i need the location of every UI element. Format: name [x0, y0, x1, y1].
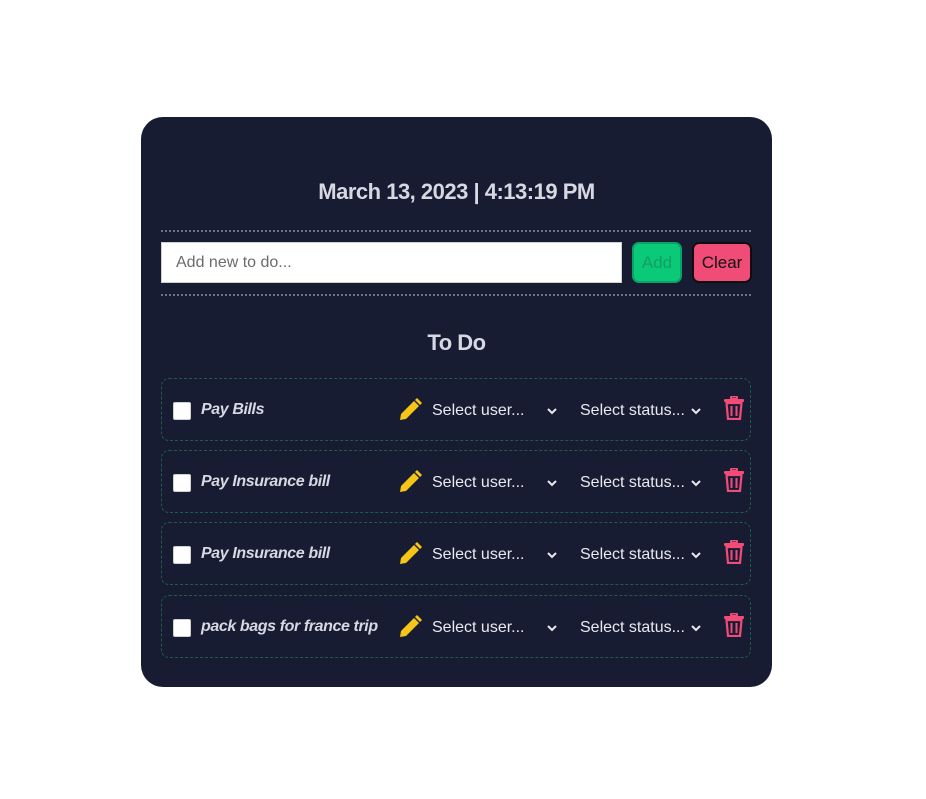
chevron-down-icon [691, 625, 701, 632]
todo-text: pack bags for france trip [201, 618, 378, 635]
select-status-label: Select status... [580, 473, 685, 491]
clear-button[interactable]: Clear [692, 242, 752, 283]
list-title: To Do [427, 330, 486, 355]
select-user-dropdown[interactable]: Select user... [432, 379, 560, 442]
trash-icon[interactable] [724, 540, 744, 564]
chevron-down-icon [547, 480, 557, 487]
pencil-icon[interactable] [398, 467, 422, 493]
chevron-down-icon [547, 552, 557, 559]
todo-checkbox[interactable] [173, 619, 191, 637]
trash-icon[interactable] [724, 468, 744, 492]
pencil-icon[interactable] [398, 395, 422, 421]
select-user-label: Select user... [432, 545, 525, 563]
add-button[interactable]: Add [632, 242, 682, 283]
select-status-label: Select status... [580, 545, 685, 563]
select-status-dropdown[interactable]: Select status... [580, 379, 704, 442]
datetime-separator: | [473, 179, 480, 204]
select-user-label: Select user... [432, 618, 525, 636]
todo-item: Pay Insurance bill Select user... Select… [161, 450, 751, 513]
select-status-label: Select status... [580, 618, 685, 636]
todo-checkbox[interactable] [173, 474, 191, 492]
select-user-dropdown[interactable]: Select user... [432, 451, 560, 514]
todo-card: March 13, 2023 | 4:13:19 PM Add Clear To… [141, 117, 772, 687]
todo-text: Pay Insurance bill [201, 473, 330, 490]
trash-icon[interactable] [724, 613, 744, 637]
current-time: 4:13:19 PM [484, 179, 595, 204]
todo-checkbox[interactable] [173, 546, 191, 564]
datetime-display: March 13, 2023 | 4:13:19 PM [141, 179, 772, 205]
todo-item: pack bags for france trip Select user...… [161, 595, 751, 658]
todo-checkbox[interactable] [173, 402, 191, 420]
divider-top [161, 230, 751, 232]
todo-text: Pay Insurance bill [201, 545, 330, 562]
select-user-dropdown[interactable]: Select user... [432, 523, 560, 586]
pencil-icon[interactable] [398, 612, 422, 638]
select-status-dropdown[interactable]: Select status... [580, 523, 704, 586]
todo-text: Pay Bills [201, 401, 265, 418]
chevron-down-icon [691, 552, 701, 559]
select-status-dropdown[interactable]: Select status... [580, 451, 704, 514]
select-status-label: Select status... [580, 401, 685, 419]
chevron-down-icon [691, 480, 701, 487]
select-user-dropdown[interactable]: Select user... [432, 596, 560, 659]
chevron-down-icon [691, 408, 701, 415]
chevron-down-icon [547, 408, 557, 415]
trash-icon[interactable] [724, 396, 744, 420]
todo-item: Pay Bills Select user... Select status..… [161, 378, 751, 441]
select-user-label: Select user... [432, 401, 525, 419]
divider-bottom [161, 294, 751, 296]
select-user-label: Select user... [432, 473, 525, 491]
todo-item: Pay Insurance bill Select user... Select… [161, 522, 751, 585]
select-status-dropdown[interactable]: Select status... [580, 596, 704, 659]
chevron-down-icon [547, 625, 557, 632]
pencil-icon[interactable] [398, 539, 422, 565]
current-date: March 13, 2023 [318, 179, 468, 204]
new-todo-input[interactable] [161, 242, 622, 283]
